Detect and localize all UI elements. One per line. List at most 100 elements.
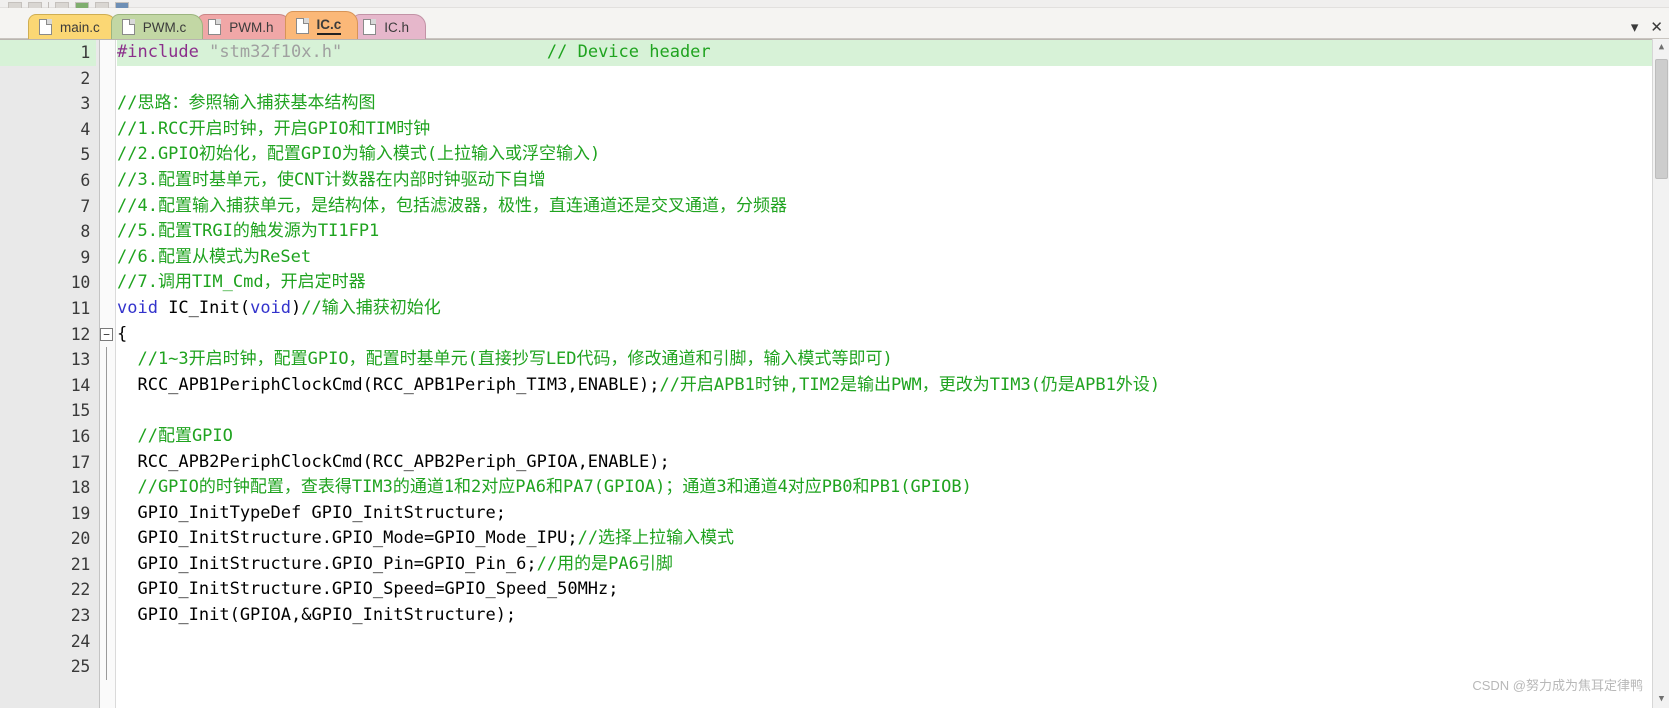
scroll-down-icon[interactable]: ▼ <box>1653 691 1669 708</box>
code-text[interactable]: //GPIO的时钟配置，查表得TIM3的通道1和2对应PA6和PA7(GPIOA… <box>117 475 1652 501</box>
code-text[interactable]: //6.配置从模式为ReSet <box>117 245 1652 271</box>
code-text[interactable]: RCC_APB2PeriphClockCmd(RCC_APB2Periph_GP… <box>117 450 1652 476</box>
file-icon <box>208 19 222 35</box>
scroll-up-icon[interactable]: ▲ <box>1653 39 1669 56</box>
code-token-cmt: //开启APB1时钟,TIM2是输出PWM，更改为TIM3(仍是APB1外设) <box>659 374 1161 395</box>
code-line[interactable]: 7 //4.配置输入捕获单元，是结构体，包括滤波器，极性，直连通道还是交叉通道，分… <box>0 194 1652 220</box>
code-line[interactable]: 1 #include "stm32f10x.h" // Device header <box>0 40 1652 66</box>
code-text[interactable]: //思路：参照输入捕获基本结构图 <box>117 91 1652 117</box>
tab-main-c[interactable]: main.c <box>28 14 117 39</box>
fold-guide-line <box>106 500 107 527</box>
code-token-cmt: //GPIO的时钟配置，查表得TIM3的通道1和2对应PA6和PA7(GPIOA… <box>117 477 972 498</box>
scrollbar-thumb[interactable] <box>1655 59 1668 179</box>
tab-label: IC.h <box>384 19 410 35</box>
code-text[interactable] <box>117 66 1652 92</box>
line-number: 8 <box>80 222 90 242</box>
code-text[interactable] <box>117 629 1652 655</box>
code-token-cmt: //用的是PA6引脚 <box>536 553 673 574</box>
code-line[interactable]: 5 //2.GPIO初始化，配置GPIO为输入模式(上拉输入或浮空输入) <box>0 142 1652 168</box>
code-line[interactable]: 4 //1.RCC开启时钟，开启GPIO和TIM时钟 <box>0 117 1652 143</box>
code-lines[interactable]: 1 #include "stm32f10x.h" // Device header… <box>0 40 1652 708</box>
code-line[interactable]: 9 //6.配置从模式为ReSet <box>0 245 1652 271</box>
line-number: 6 <box>80 170 90 190</box>
code-token-cmt: //2.GPIO初始化，配置GPIO为输入模式(上拉输入或浮空输入) <box>117 144 601 165</box>
code-token-plain: { <box>117 323 128 344</box>
fold-guide-line <box>106 526 107 552</box>
code-text[interactable]: //5.配置TRGI的触发源为TI1FP1 <box>117 219 1652 245</box>
code-text[interactable] <box>117 654 1652 680</box>
code-token-cmt: //6.配置从模式为ReSet <box>117 246 312 267</box>
code-text[interactable]: //2.GPIO初始化，配置GPIO为输入模式(上拉输入或浮空输入) <box>117 142 1652 168</box>
line-number: 16 <box>70 426 91 446</box>
code-text[interactable]: RCC_APB1PeriphClockCmd(RCC_APB1Periph_TI… <box>117 373 1652 399</box>
code-line[interactable]: 14 RCC_APB1PeriphClockCmd(RCC_APB1Periph… <box>0 372 1652 399</box>
line-number: 15 <box>70 401 91 421</box>
close-icon[interactable]: ✕ <box>1650 20 1663 35</box>
code-line[interactable]: 18 //GPIO的时钟配置，查表得TIM3的通道1和2对应PA6和PA7(GP… <box>0 475 1652 501</box>
code-line[interactable]: 10 //7.调用TIM_Cmd，开启定时器 <box>0 270 1652 296</box>
fold-guide-line <box>106 398 107 424</box>
code-line[interactable]: 24 <box>0 628 1652 655</box>
code-token-plain: GPIO_InitStructure.GPIO_Pin=GPIO_Pin_6; <box>117 553 537 574</box>
code-text[interactable]: void IC_Init(void)//输入捕获初始化 <box>117 296 1652 322</box>
code-line[interactable]: 12−{ <box>0 322 1652 348</box>
code-token-plain: ) <box>291 297 302 318</box>
code-text[interactable]: //1.RCC开启时钟，开启GPIO和TIM时钟 <box>117 117 1652 143</box>
tab-pwm-h[interactable]: PWM.h <box>197 14 291 39</box>
code-text[interactable]: { <box>117 322 1652 348</box>
fold-toggle-icon[interactable]: − <box>100 327 113 341</box>
code-text[interactable] <box>117 398 1652 424</box>
code-token-cmt: // Device header <box>546 42 711 62</box>
code-line[interactable]: 23 GPIO_Init(GPIOA,&GPIO_InitStructure); <box>0 603 1652 629</box>
fold-guide-line <box>106 347 107 373</box>
code-token-plain: GPIO_InitStructure.GPIO_Mode=GPIO_Mode_I… <box>117 528 578 549</box>
code-text[interactable]: GPIO_Init(GPIOA,&GPIO_InitStructure); <box>117 603 1652 629</box>
code-line[interactable]: 15 <box>0 398 1652 424</box>
chevron-down-icon[interactable]: ▾ <box>1631 20 1639 35</box>
code-line[interactable]: 17 RCC_APB2PeriphClockCmd(RCC_APB2Periph… <box>0 449 1652 476</box>
code-editor[interactable]: 1 #include "stm32f10x.h" // Device header… <box>0 39 1669 708</box>
line-number: 9 <box>80 247 90 267</box>
code-line[interactable]: 13 //1~3开启时钟，配置GPIO，配置时基单元(直接抄写LED代码，修改通… <box>0 347 1652 373</box>
code-line[interactable]: 11 void IC_Init(void)//输入捕获初始化 <box>0 296 1652 322</box>
code-text[interactable]: GPIO_InitStructure.GPIO_Speed=GPIO_Speed… <box>117 577 1652 603</box>
line-number: 11 <box>70 298 91 318</box>
line-number: 21 <box>70 554 91 574</box>
code-text[interactable]: #include "stm32f10x.h" // Device header <box>117 40 1652 66</box>
code-line[interactable]: 19 GPIO_InitTypeDef GPIO_InitStructure; <box>0 500 1652 527</box>
code-line[interactable]: 2 <box>0 66 1652 92</box>
line-number: 23 <box>70 606 91 626</box>
tab-pwm-c[interactable]: PWM.c <box>110 14 204 39</box>
tab-ic-h[interactable]: IC.h <box>352 14 427 39</box>
code-text[interactable]: GPIO_InitStructure.GPIO_Pin=GPIO_Pin_6;/… <box>117 552 1652 578</box>
toolbar-strip <box>0 0 1669 8</box>
code-line[interactable]: 3 //思路：参照输入捕获基本结构图 <box>0 91 1652 117</box>
code-text[interactable]: GPIO_InitStructure.GPIO_Mode=GPIO_Mode_I… <box>117 526 1652 552</box>
code-line[interactable]: 25 <box>0 654 1652 680</box>
fold-guide-line <box>106 577 107 604</box>
tab-ic-c[interactable]: IC.c <box>284 11 359 39</box>
code-line[interactable]: 8 //5.配置TRGI的触发源为TI1FP1 <box>0 219 1652 245</box>
line-number: 7 <box>80 196 90 216</box>
code-text[interactable]: //1~3开启时钟，配置GPIO，配置时基单元(直接抄写LED代码，修改通道和引… <box>117 347 1652 373</box>
line-number: 5 <box>80 145 90 165</box>
code-text[interactable]: //配置GPIO <box>117 424 1652 450</box>
window-controls: ▾ ✕ <box>1631 20 1663 35</box>
fold-guide-line <box>106 654 107 680</box>
code-token-cmt: //5.配置TRGI的触发源为TI1FP1 <box>117 221 380 242</box>
code-line[interactable]: 6 //3.配置时基单元，使CNT计数器在内部时钟驱动下自增 <box>0 168 1652 194</box>
line-number: 3 <box>80 94 90 114</box>
code-line[interactable]: 22 GPIO_InitStructure.GPIO_Speed=GPIO_Sp… <box>0 577 1652 604</box>
line-number: 19 <box>70 503 91 523</box>
code-text[interactable]: //7.调用TIM_Cmd，开启定时器 <box>117 270 1652 296</box>
vertical-scrollbar[interactable]: ▲ ▼ <box>1652 39 1669 708</box>
file-icon <box>121 19 135 35</box>
code-line[interactable]: 21 GPIO_InitStructure.GPIO_Pin=GPIO_Pin_… <box>0 551 1652 578</box>
line-number: 22 <box>70 580 91 600</box>
code-line[interactable]: 16 //配置GPIO <box>0 423 1652 450</box>
code-line[interactable]: 20 GPIO_InitStructure.GPIO_Mode=GPIO_Mod… <box>0 526 1652 552</box>
code-text[interactable]: //3.配置时基单元，使CNT计数器在内部时钟驱动下自增 <box>117 168 1652 194</box>
code-text[interactable]: GPIO_InitTypeDef GPIO_InitStructure; <box>117 501 1652 527</box>
line-number: 4 <box>80 119 90 139</box>
code-text[interactable]: //4.配置输入捕获单元，是结构体，包括滤波器，极性，直连通道还是交叉通道，分频… <box>117 194 1652 220</box>
